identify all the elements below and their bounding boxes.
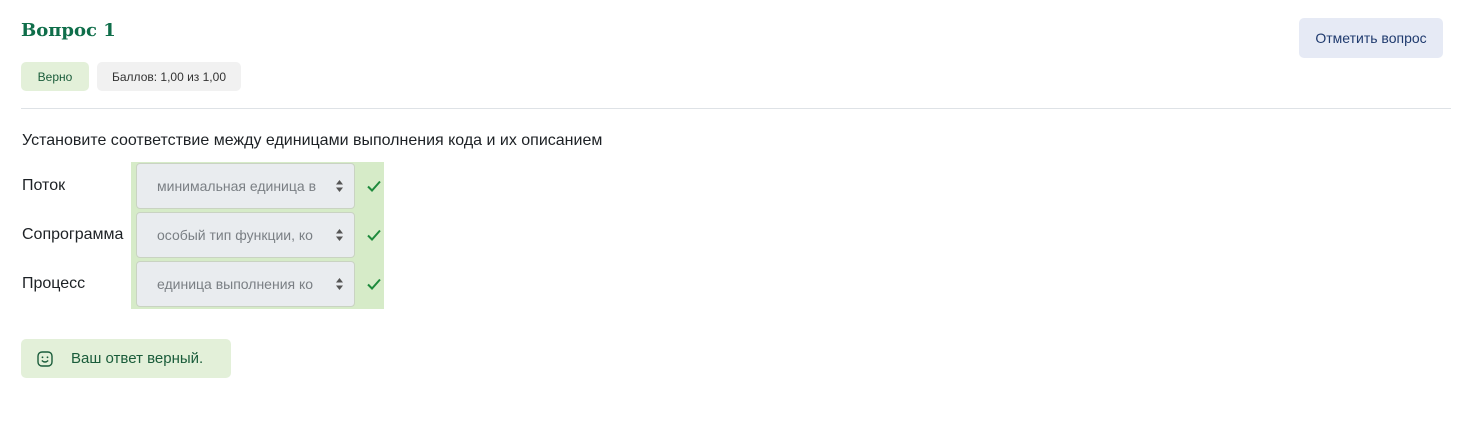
- select-arrows-icon: [336, 180, 343, 192]
- match-select-thread[interactable]: минимальная единица в: [136, 163, 355, 209]
- select-value: единица выполнения ко: [157, 276, 314, 292]
- match-label-thread: Поток: [22, 177, 66, 194]
- feedback-text: Ваш ответ верный.: [71, 350, 204, 367]
- check-icon: [367, 278, 381, 290]
- flag-question-button[interactable]: Отметить вопрос: [1299, 18, 1443, 58]
- question-prompt: Установите соответствие между единицами …: [22, 132, 603, 149]
- smile-icon: [37, 350, 53, 367]
- quiz-question-page: Вопрос 1 Отметить вопрос Верно Баллов: 1…: [0, 0, 1470, 423]
- check-icon: [367, 229, 381, 241]
- question-title: Вопрос 1: [21, 20, 116, 41]
- divider: [21, 108, 1451, 109]
- status-badge: Верно: [21, 62, 89, 91]
- select-value: минимальная единица в: [157, 178, 317, 194]
- select-value: особый тип функции, ко: [157, 227, 313, 243]
- match-select-process[interactable]: единица выполнения ко: [136, 261, 355, 307]
- match-label-coroutine: Сопрограмма: [22, 226, 124, 243]
- select-arrows-icon: [336, 229, 343, 241]
- check-icon: [367, 180, 381, 192]
- feedback-box: Ваш ответ верный.: [21, 339, 231, 378]
- match-label-process: Процесс: [22, 275, 86, 292]
- select-arrows-icon: [336, 278, 343, 290]
- match-select-coroutine[interactable]: особый тип функции, ко: [136, 212, 355, 258]
- grade-badge: Баллов: 1,00 из 1,00: [97, 62, 241, 91]
